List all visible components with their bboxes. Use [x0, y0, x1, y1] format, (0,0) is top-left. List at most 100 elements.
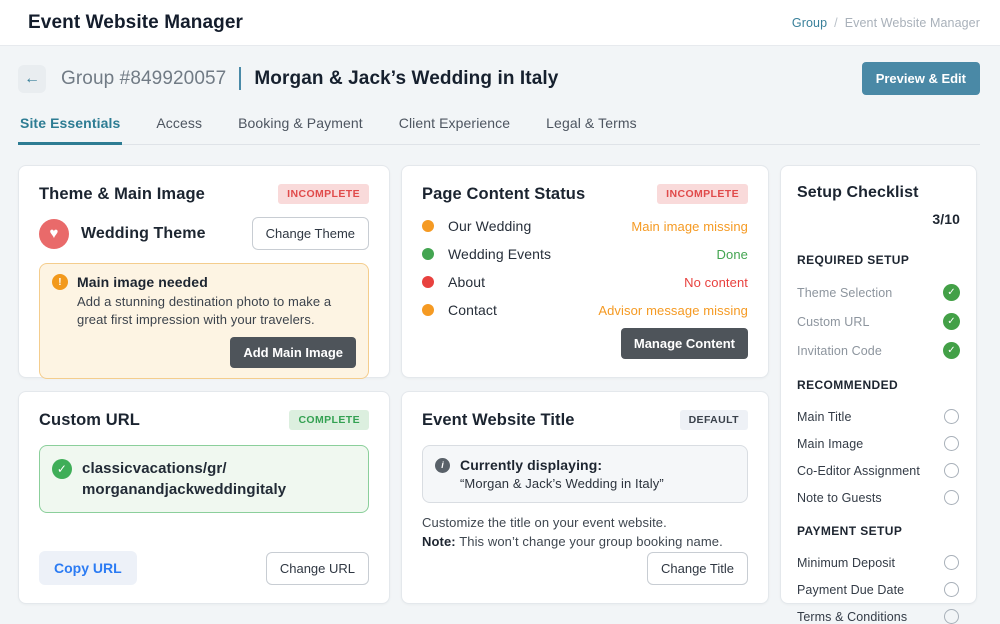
event-title: Morgan & Jack’s Wedding in Italy	[254, 68, 558, 90]
status-label: About	[448, 274, 485, 290]
add-main-image-button[interactable]: Add Main Image	[230, 337, 356, 368]
group-number: Group #849920057	[61, 68, 226, 90]
checklist-progress-count: 3/10	[797, 211, 960, 227]
checklist-item-label: Payment Due Date	[797, 583, 904, 597]
warning-title: Main image needed	[77, 274, 208, 290]
checklist-item-label: Terms & Conditions	[797, 610, 907, 624]
manage-content-button[interactable]: Manage Content	[621, 328, 748, 359]
card-grid: Theme & Main Image INCOMPLETE ♥ Wedding …	[18, 165, 980, 604]
breadcrumb-current: Event Website Manager	[845, 16, 980, 30]
custom-url-card: Custom URL COMPLETE ✓ classicvacations/g…	[18, 391, 390, 604]
status-dot	[422, 220, 434, 232]
heart-icon: ♥	[39, 219, 69, 249]
empty-circle-icon	[944, 409, 959, 424]
theme-card-header: Theme & Main Image INCOMPLETE	[39, 184, 369, 204]
checklist-section-required: REQUIRED SETUP	[797, 253, 960, 267]
custom-url-badge: COMPLETE	[289, 410, 369, 430]
checklist-required-items: Theme Selection ✓ Custom URL ✓ Invitatio…	[797, 272, 960, 359]
page-subheader: ← Group #849920057 Morgan & Jack’s Weddi…	[18, 62, 980, 95]
tab-access[interactable]: Access	[154, 111, 204, 145]
tab-legal-terms[interactable]: Legal & Terms	[544, 111, 639, 145]
checklist-payment-items: Minimum Deposit Payment Due Date Terms &…	[797, 543, 960, 624]
theme-card-title: Theme & Main Image	[39, 185, 205, 204]
checklist-item-label: Custom URL	[797, 315, 870, 329]
custom-url-title: Custom URL	[39, 411, 140, 430]
back-arrow-icon: ←	[24, 70, 40, 88]
back-button[interactable]: ←	[18, 65, 46, 93]
status-label: Our Wedding	[448, 218, 531, 234]
info-icon: i	[435, 458, 450, 473]
checklist-item-label: Theme Selection	[797, 286, 892, 300]
copy-url-button[interactable]: Copy URL	[39, 551, 137, 585]
website-title-badge: DEFAULT	[680, 410, 748, 430]
checklist-recommended-items: Main Title Main Image Co-Editor Assignme…	[797, 397, 960, 505]
status-row-wedding-events: Wedding Events Done	[422, 246, 748, 262]
checklist-item-payment-due-date: Payment Due Date	[797, 582, 960, 597]
status-label: Wedding Events	[448, 246, 551, 262]
theme-status-badge: INCOMPLETE	[278, 184, 369, 204]
url-line2: morganandjackweddingitaly	[82, 481, 286, 498]
preview-edit-button[interactable]: Preview & Edit	[862, 62, 980, 95]
checklist-section-recommended: RECOMMENDED	[797, 378, 960, 392]
currently-displaying-box: i Currently displaying: “Morgan & Jack’s…	[422, 445, 748, 503]
url-display-box: ✓ classicvacations/gr/ morganandjackwedd…	[39, 445, 369, 513]
tab-client-experience[interactable]: Client Experience	[397, 111, 512, 145]
checklist-section-payment: PAYMENT SETUP	[797, 524, 960, 538]
content-status-badge: INCOMPLETE	[657, 184, 748, 204]
checklist-item-main-image: Main Image	[797, 436, 960, 451]
checklist-item-label: Invitation Code	[797, 344, 882, 358]
checklist-item-custom-url: Custom URL ✓	[797, 313, 960, 330]
title-hint-text: Customize the title on your event websit…	[422, 514, 748, 552]
note-label: Note:	[422, 534, 456, 549]
tab-bar: Site Essentials Access Booking & Payment…	[18, 111, 980, 145]
change-url-button[interactable]: Change URL	[266, 552, 369, 585]
theme-name: Wedding Theme	[81, 225, 206, 243]
empty-circle-icon	[944, 582, 959, 597]
checklist-title: Setup Checklist	[797, 184, 960, 202]
currently-displaying-value: “Morgan & Jack’s Wedding in Italy”	[460, 476, 735, 491]
status-value: No content	[684, 275, 748, 290]
checklist-item-label: Note to Guests	[797, 491, 882, 505]
breadcrumb-group-link[interactable]: Group	[792, 16, 827, 30]
app-title: Event Website Manager	[28, 12, 243, 34]
status-dot	[422, 248, 434, 260]
content-status-title: Page Content Status	[422, 185, 585, 204]
empty-circle-icon	[944, 436, 959, 451]
url-line1: classicvacations/gr/	[82, 460, 227, 477]
manage-button-row: Manage Content	[422, 328, 748, 359]
tab-site-essentials[interactable]: Site Essentials	[18, 111, 122, 145]
warning-icon: !	[52, 274, 68, 290]
custom-url-value: classicvacations/gr/ morganandjackweddin…	[82, 458, 286, 500]
tab-booking-payment[interactable]: Booking & Payment	[236, 111, 365, 145]
status-row-our-wedding: Our Wedding Main image missing	[422, 218, 748, 234]
title-button-row: Change Title	[422, 552, 748, 585]
breadcrumb: Group / Event Website Manager	[792, 16, 980, 30]
website-title-header: Event Website Title DEFAULT	[422, 410, 748, 430]
status-value: Advisor message missing	[598, 303, 748, 318]
status-row-about: About No content	[422, 274, 748, 290]
checklist-item-label: Co-Editor Assignment	[797, 464, 920, 478]
checklist-item-minimum-deposit: Minimum Deposit	[797, 555, 960, 570]
hint-line1: Customize the title on your event websit…	[422, 515, 667, 530]
change-theme-button[interactable]: Change Theme	[252, 217, 369, 250]
setup-checklist-card: Setup Checklist 3/10 REQUIRED SETUP Them…	[780, 165, 977, 604]
checklist-item-label: Main Title	[797, 410, 852, 424]
main-content: ← Group #849920057 Morgan & Jack’s Weddi…	[0, 46, 1000, 604]
info-header: i Currently displaying:	[435, 457, 735, 473]
currently-displaying-label: Currently displaying:	[460, 457, 602, 473]
checklist-item-main-title: Main Title	[797, 409, 960, 424]
app-header: Event Website Manager Group / Event Webs…	[0, 0, 1000, 46]
checklist-item-co-editor: Co-Editor Assignment	[797, 463, 960, 478]
checklist-item-label: Main Image	[797, 437, 863, 451]
note-text: This won’t change your group booking nam…	[456, 534, 723, 549]
main-image-warning-box: ! Main image needed Add a stunning desti…	[39, 263, 369, 379]
theme-main-image-card: Theme & Main Image INCOMPLETE ♥ Wedding …	[18, 165, 390, 378]
warning-button-row: Add Main Image	[52, 337, 356, 368]
status-label: Contact	[448, 302, 497, 318]
event-website-title-card: Event Website Title DEFAULT i Currently …	[401, 391, 769, 604]
check-circle-icon: ✓	[943, 313, 960, 330]
warning-header: ! Main image needed	[52, 274, 356, 290]
check-circle-icon: ✓	[943, 342, 960, 359]
change-title-button[interactable]: Change Title	[647, 552, 748, 585]
empty-circle-icon	[944, 463, 959, 478]
